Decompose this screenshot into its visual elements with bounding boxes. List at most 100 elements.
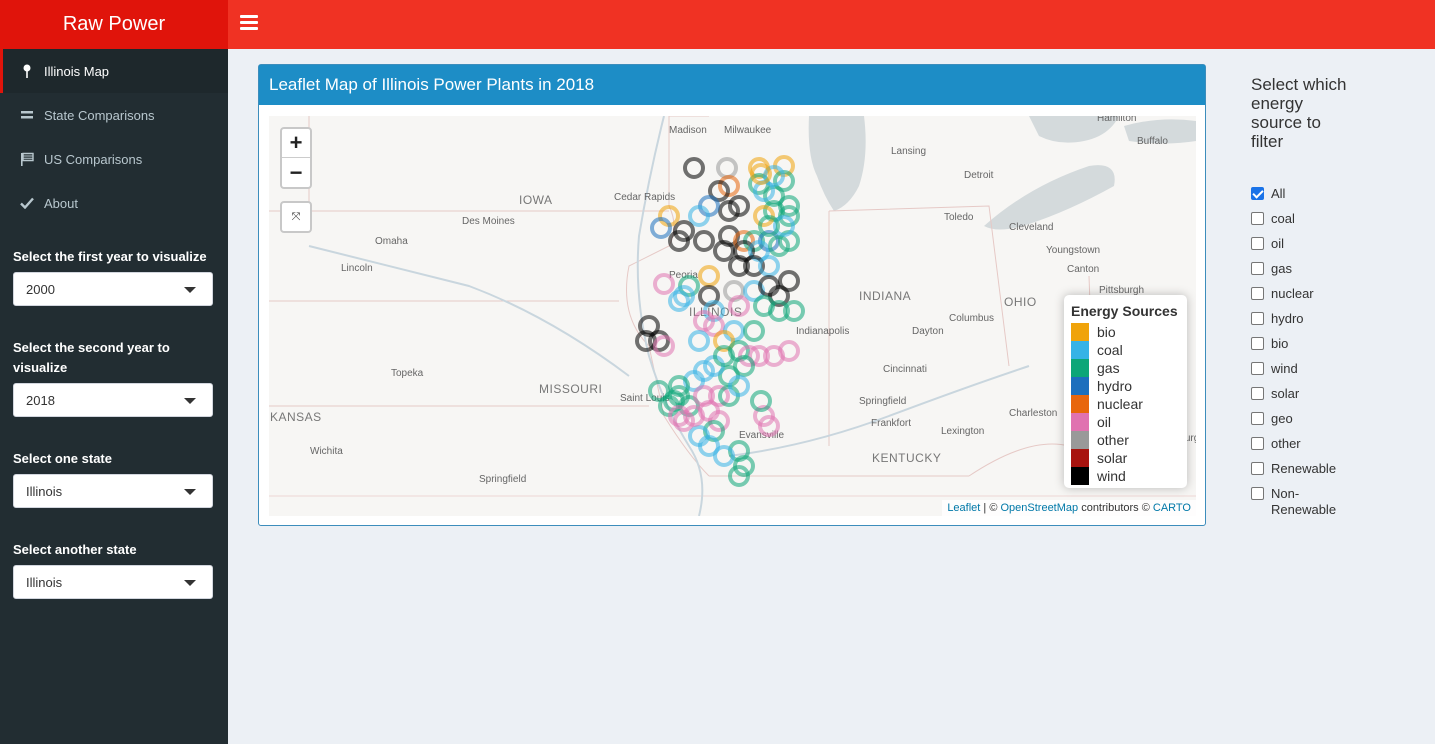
chevron-down-icon (184, 287, 196, 293)
filter-label: Renewable (1271, 461, 1337, 476)
legend-item-oil: oil (1071, 413, 1180, 431)
sidebar-item-us-comparisons[interactable]: US Comparisons (0, 137, 228, 181)
zoom-in-button[interactable]: + (282, 129, 310, 158)
legend-item-solar: solar (1071, 449, 1180, 467)
filter-option-geo[interactable]: geo (1251, 411, 1293, 427)
state1-label: Select one state (13, 451, 112, 466)
place-label: Springfield (479, 474, 526, 485)
legend-label: other (1097, 432, 1129, 448)
filter-checkbox[interactable] (1251, 487, 1264, 500)
power-plant-marker[interactable] (683, 157, 705, 179)
legend-swatch (1071, 359, 1089, 377)
power-plant-marker[interactable] (716, 157, 738, 179)
legend-item-coal: coal (1071, 341, 1180, 359)
place-label: Springfield (859, 396, 906, 407)
filter-option-oil[interactable]: oil (1251, 236, 1284, 252)
osm-link[interactable]: OpenStreetMap (1000, 502, 1078, 514)
place-label: IOWA (519, 193, 553, 207)
filter-checkbox[interactable] (1251, 287, 1264, 300)
legend-label: solar (1097, 450, 1128, 466)
ohio-river (728, 365, 1030, 457)
filter-checkbox[interactable] (1251, 262, 1264, 275)
leaflet-link[interactable]: Leaflet (947, 502, 980, 514)
power-plant-marker[interactable] (743, 320, 765, 342)
sidebar-item-about[interactable]: About (0, 181, 228, 225)
place-label: Charleston (1009, 408, 1057, 419)
filter-checkbox[interactable] (1251, 412, 1264, 425)
filter-option-non-renewable[interactable]: Non-Renewable (1251, 486, 1341, 518)
power-plant-marker[interactable] (778, 270, 800, 292)
reset-view-icon[interactable]: ⤧ (280, 201, 312, 233)
legend-item-bio: bio (1071, 323, 1180, 341)
second-year-value: 2018 (26, 392, 55, 408)
attribution-mid: contributors © (1078, 502, 1153, 514)
filter-label: wind (1271, 361, 1298, 376)
sidebar-item-label: US Comparisons (44, 151, 143, 167)
place-label: Dayton (912, 326, 944, 337)
filter-checkbox[interactable] (1251, 312, 1264, 325)
power-plant-marker[interactable] (653, 273, 675, 295)
map-canvas[interactable]: Madison Milwaukee Hamilton Buffalo Lansing De… (269, 116, 1196, 516)
place-label: Topeka (391, 368, 424, 379)
legend-swatch (1071, 467, 1089, 485)
first-year-value: 2000 (26, 281, 55, 297)
filter-checkbox[interactable] (1251, 362, 1264, 375)
filter-option-coal[interactable]: coal (1251, 211, 1295, 227)
filter-checkbox[interactable] (1251, 212, 1264, 225)
filter-option-gas[interactable]: gas (1251, 261, 1292, 277)
chevron-down-icon (184, 489, 196, 495)
sidebar-item-illinois-map[interactable]: Illinois Map (0, 49, 228, 93)
filter-checkbox[interactable] (1251, 237, 1264, 250)
filter-checkbox[interactable] (1251, 462, 1264, 475)
place-label: KANSAS (270, 410, 322, 424)
filter-option-bio[interactable]: bio (1251, 336, 1288, 352)
place-label: Hamilton (1097, 116, 1136, 124)
sidebar-item-state-comparisons[interactable]: State Comparisons (0, 93, 228, 137)
filter-option-wind[interactable]: wind (1251, 361, 1298, 377)
filter-checkbox[interactable] (1251, 337, 1264, 350)
filter-option-hydro[interactable]: hydro (1251, 311, 1304, 327)
filter-checkbox[interactable] (1251, 187, 1264, 200)
state2-select[interactable]: Illinois (13, 565, 213, 599)
leaflet-map[interactable]: Madison Milwaukee Hamilton Buffalo Lansing De… (269, 116, 1196, 516)
first-year-select[interactable]: 2000 (13, 272, 213, 306)
filter-option-other[interactable]: other (1251, 436, 1301, 452)
power-plant-marker[interactable] (698, 265, 720, 287)
filter-label: solar (1271, 386, 1300, 401)
power-plant-marker[interactable] (688, 330, 710, 352)
legend-label: bio (1097, 324, 1116, 340)
check-icon (18, 197, 36, 209)
app-logo[interactable]: Raw Power (0, 0, 228, 49)
filter-checkbox[interactable] (1251, 437, 1264, 450)
state1-select[interactable]: Illinois (13, 474, 213, 508)
place-label: Detroit (964, 170, 994, 181)
carto-link[interactable]: CARTO (1153, 502, 1191, 514)
power-plant-marker[interactable] (693, 230, 715, 252)
chevron-down-icon (184, 580, 196, 586)
legend-swatch (1071, 395, 1089, 413)
place-label: Cleveland (1009, 222, 1053, 233)
state2-value: Illinois (26, 574, 63, 590)
second-year-select[interactable]: 2018 (13, 383, 213, 417)
filter-option-solar[interactable]: solar (1251, 386, 1299, 402)
place-label: Cincinnati (883, 364, 927, 375)
map-marker-icon (18, 64, 36, 78)
filter-label: gas (1271, 261, 1292, 276)
legend-item-nuclear: nuclear (1071, 395, 1180, 413)
place-label: Indianapolis (796, 326, 849, 337)
filter-option-all[interactable]: All (1251, 186, 1285, 202)
legend-title: Energy Sources (1071, 303, 1178, 319)
filter-option-renewable[interactable]: Renewable (1251, 461, 1336, 477)
place-label: MISSOURI (539, 382, 602, 396)
legend-swatch (1071, 413, 1089, 431)
place-label: OHIO (1004, 295, 1037, 309)
sidebar: Illinois Map State Comparisons US Compar… (0, 49, 228, 744)
place-label: Omaha (375, 236, 408, 247)
sidebar-toggle-icon[interactable] (240, 15, 258, 33)
flag-icon (18, 152, 36, 166)
zoom-out-button[interactable]: − (282, 158, 310, 187)
filter-option-nuclear[interactable]: nuclear (1251, 286, 1314, 302)
filter-title: Select which energy source to filter (1251, 75, 1347, 151)
lake-erie (984, 165, 1115, 230)
filter-checkbox[interactable] (1251, 387, 1264, 400)
